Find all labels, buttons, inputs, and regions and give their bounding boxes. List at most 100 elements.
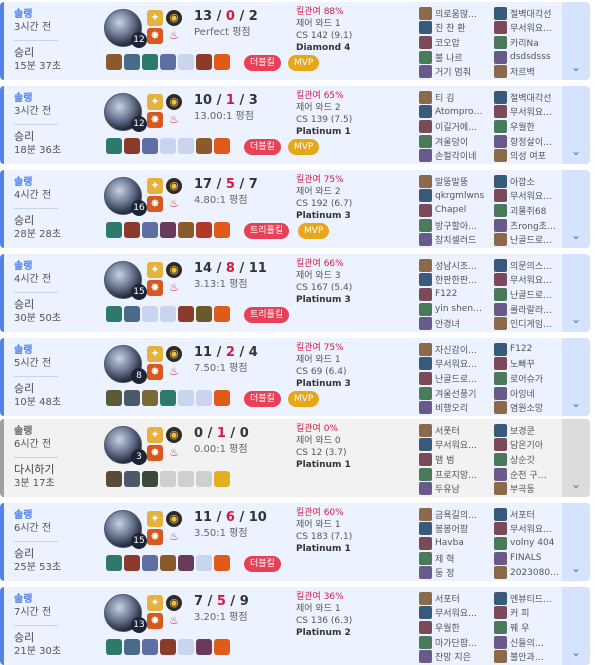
team-player[interactable]: 카리Na (494, 35, 566, 50)
player-name[interactable]: 의성 여포 (510, 149, 566, 162)
flash-spell-icon[interactable]: ✦ (147, 178, 163, 194)
ignite-spell-icon[interactable]: ✸ (147, 196, 163, 212)
item-slot[interactable] (160, 138, 176, 154)
team-player[interactable]: Havba (419, 536, 491, 551)
team-player[interactable]: yin shen… (419, 302, 491, 317)
player-name[interactable]: F122 (510, 344, 566, 354)
item-slot[interactable] (142, 222, 158, 238)
ignite-spell-icon[interactable]: ✸ (147, 364, 163, 380)
secondary-rune-icon[interactable]: ♨ (166, 196, 182, 212)
player-name[interactable]: 인디게임… (510, 317, 566, 330)
team-player[interactable]: 프로지망… (419, 467, 491, 482)
flash-spell-icon[interactable]: ✦ (147, 10, 163, 26)
player-name[interactable]: 성남시조… (435, 259, 491, 272)
player-name[interactable]: yin shen… (435, 304, 491, 314)
champion-portrait[interactable]: 8 (104, 345, 147, 384)
item-slot[interactable] (160, 306, 176, 322)
secondary-rune-icon[interactable]: ♨ (166, 613, 182, 629)
player-name[interactable]: 엔뷰티드… (510, 592, 566, 605)
ignite-spell-icon[interactable]: ✸ (147, 112, 163, 128)
item-slot[interactable] (196, 639, 212, 655)
player-name[interactable]: 의로움많… (435, 7, 491, 20)
team-player[interactable]: 코오압 (419, 35, 491, 50)
team-player[interactable]: 무서워요… (419, 606, 491, 621)
item-slot[interactable] (196, 555, 212, 571)
team-player[interactable]: 말뚱말뚱 (419, 174, 491, 189)
player-name[interactable]: 참치셀러드 (435, 233, 491, 246)
player-name[interactable]: 무서워요… (510, 273, 566, 286)
expand-button[interactable]: ⌄ (562, 338, 590, 416)
player-name[interactable]: FINALS (510, 553, 566, 563)
team-player[interactable]: 츠rong초… (494, 218, 566, 233)
team-player[interactable]: F122 (494, 342, 566, 357)
team-player[interactable]: qkrgmlwns (419, 189, 491, 204)
ignite-spell-icon[interactable]: ✸ (147, 280, 163, 296)
team-player[interactable]: 서포터 (419, 591, 491, 606)
item-slot[interactable] (124, 306, 140, 322)
player-name[interactable]: 서포터 (510, 508, 566, 521)
item-slot[interactable] (178, 555, 194, 571)
team-player[interactable]: 무서워요… (494, 21, 566, 36)
team-player[interactable]: 꿰 우 (494, 620, 566, 635)
flash-spell-icon[interactable]: ✦ (147, 427, 163, 443)
item-slot[interactable] (106, 222, 122, 238)
player-name[interactable]: 우월한 (510, 120, 566, 133)
item-slot[interactable] (142, 306, 158, 322)
keystone-rune-icon[interactable]: ◉ (166, 346, 182, 362)
player-name[interactable]: 신들의… (510, 636, 566, 649)
player-name[interactable]: 안경녀 (435, 317, 491, 330)
item-slot[interactable] (142, 471, 158, 487)
team-player[interactable]: 서폿터 (419, 423, 491, 438)
team-player[interactable]: 마가단팝… (419, 635, 491, 650)
team-player[interactable]: 방구할아… (419, 218, 491, 233)
player-name[interactable]: 무서워요… (435, 357, 491, 370)
player-name[interactable]: 맴 범 (435, 453, 491, 466)
item-slot[interactable] (124, 471, 140, 487)
expand-button[interactable]: ⌄ (562, 587, 590, 665)
team-player[interactable]: 무서워요… (494, 189, 566, 204)
player-name[interactable]: 한판한판… (435, 273, 491, 286)
player-name[interactable]: 겨울선풍기 (435, 387, 491, 400)
match-card[interactable]: 솔랭 5시간 전 승리 10분 48초 8 ✦ ✸ ◉ ♨ 11 / 2 / 4 7.50:1 평점… (0, 338, 590, 416)
team-player[interactable]: 비행오리 (419, 400, 491, 415)
team-player[interactable]: 맴 범 (419, 452, 491, 467)
item-slot[interactable] (124, 54, 140, 70)
item-slot[interactable] (106, 390, 122, 406)
team-player[interactable]: 염원소망 (494, 400, 566, 415)
player-name[interactable]: 두유남 (435, 482, 491, 495)
team-player[interactable]: 인디게임… (494, 316, 566, 331)
item-slot[interactable] (142, 54, 158, 70)
player-name[interactable]: 우월한 (435, 621, 491, 634)
champion-portrait[interactable]: 12 (104, 9, 147, 48)
secondary-rune-icon[interactable]: ♨ (166, 529, 182, 545)
item-slot[interactable] (160, 390, 176, 406)
team-player[interactable]: 의문의스… (494, 258, 566, 273)
team-player[interactable]: 난골드로… (494, 232, 566, 247)
team-player[interactable]: 신들의… (494, 635, 566, 650)
player-name[interactable]: 무서워요… (435, 606, 491, 619)
team-player[interactable]: 이길거에… (419, 119, 491, 134)
item-slot[interactable] (214, 54, 230, 70)
item-slot[interactable] (106, 54, 122, 70)
player-name[interactable]: 아깝소 (510, 175, 566, 188)
player-name[interactable]: 마가단팝… (435, 636, 491, 649)
team-player[interactable]: 저르벽 (494, 64, 566, 79)
flash-spell-icon[interactable]: ✦ (147, 94, 163, 110)
item-slot[interactable] (160, 639, 176, 655)
team-player[interactable]: 커 피 (494, 606, 566, 621)
match-card[interactable]: 솔랭 7시간 전 승리 21분 30초 13 ✦ ✸ ◉ ♨ 7 / 5 / 9 3.20:1 평점… (0, 587, 590, 665)
player-name[interactable]: 거기 멈춰 (435, 65, 491, 78)
item-slot[interactable] (160, 222, 176, 238)
flash-spell-icon[interactable]: ✦ (147, 511, 163, 527)
item-slot[interactable] (160, 54, 176, 70)
team-player[interactable]: 자신감이… (419, 342, 491, 357)
item-slot[interactable] (196, 54, 212, 70)
team-player[interactable]: 괴물쥐68 (494, 203, 566, 218)
player-name[interactable]: 불 나르 (435, 51, 491, 64)
player-name[interactable]: 말뚱말뚱 (435, 175, 491, 188)
player-name[interactable]: volny 404 (510, 538, 566, 548)
team-player[interactable]: dsdsdsss (494, 50, 566, 65)
team-player[interactable]: 불안과… (494, 649, 566, 664)
player-name[interactable]: 무서워요… (510, 189, 566, 202)
player-name[interactable]: 괴물쥐68 (510, 204, 566, 217)
